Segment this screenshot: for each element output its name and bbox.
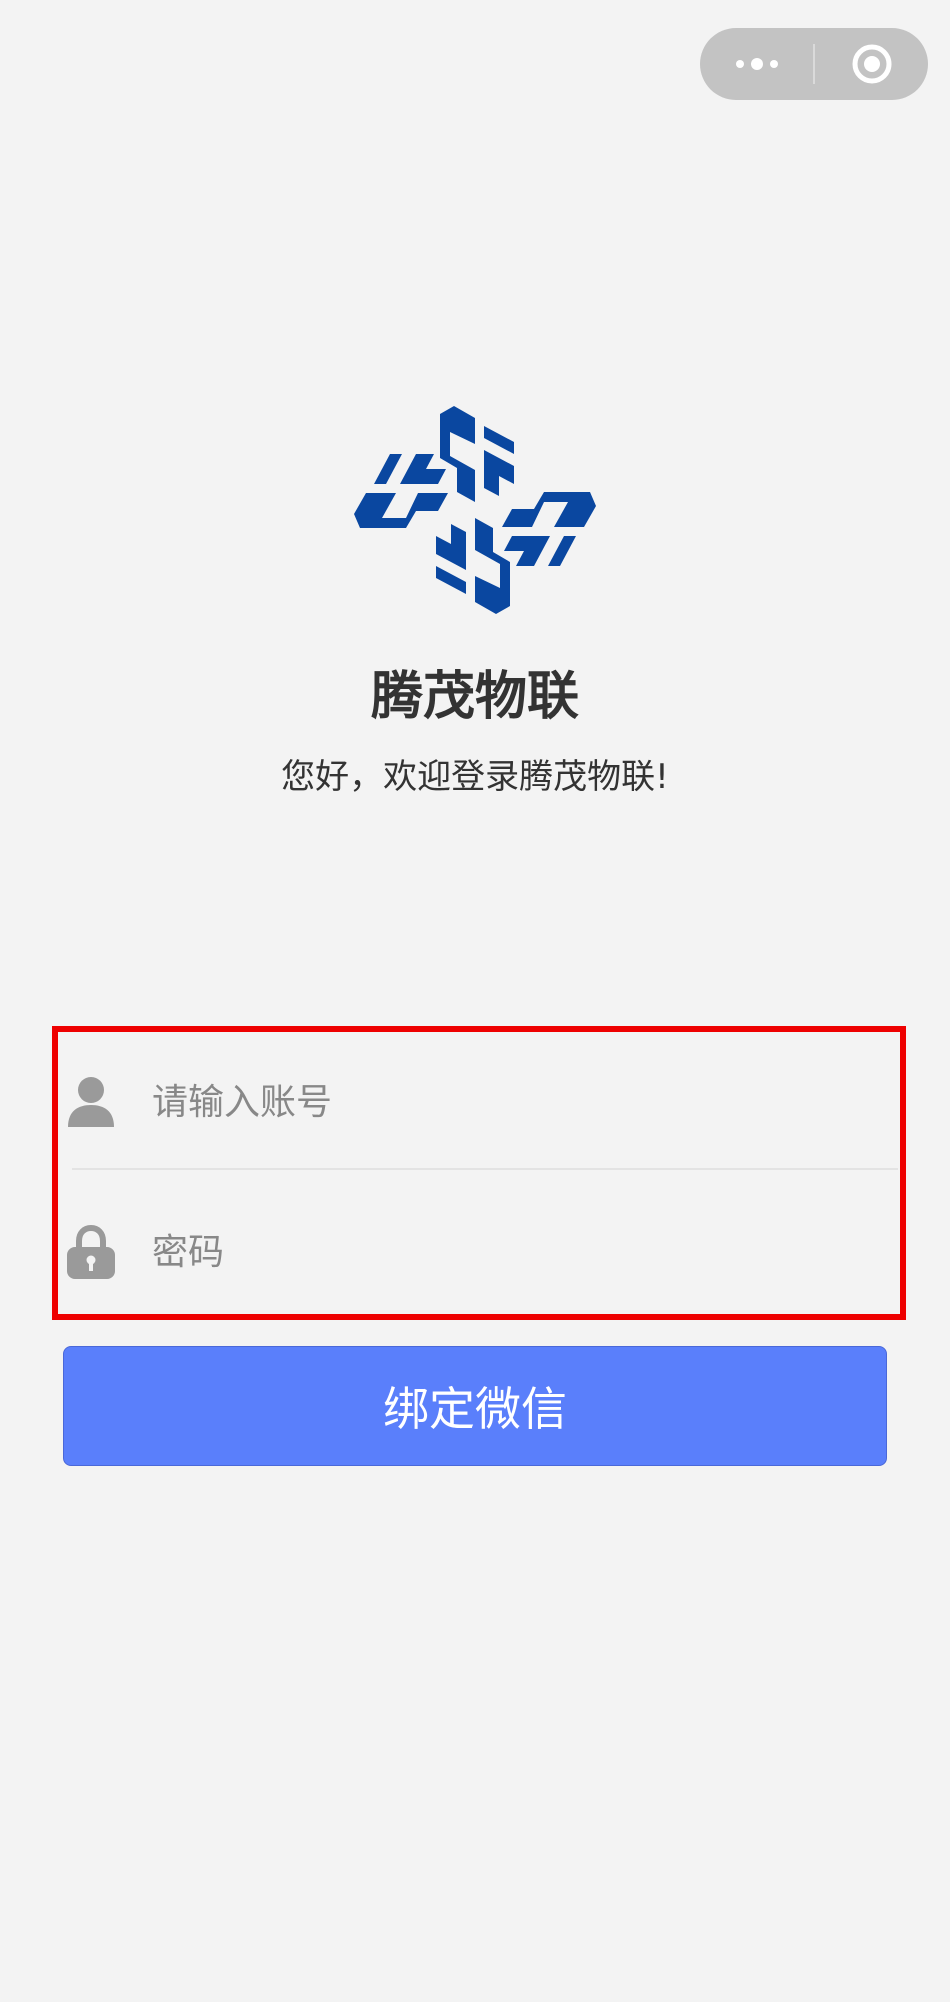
password-input[interactable] <box>152 1212 852 1292</box>
more-dots-icon <box>735 58 778 70</box>
user-icon <box>68 1077 114 1127</box>
lock-icon <box>67 1225 115 1279</box>
login-form-highlight <box>52 1026 906 1320</box>
bind-wechat-button[interactable]: 绑定微信 <box>63 1346 887 1466</box>
field-divider <box>72 1168 898 1170</box>
brand-title: 腾茂物联 <box>370 667 579 727</box>
account-field-row <box>58 1032 900 1172</box>
target-circle-icon <box>852 44 891 84</box>
login-page: 腾茂物联 您好，欢迎登录腾茂物联! 绑定微信 <box>0 0 950 2002</box>
welcome-text: 您好，欢迎登录腾茂物联! <box>281 757 669 797</box>
mini-program-capsule <box>700 28 928 100</box>
tengmao-logo <box>354 406 596 614</box>
more-button[interactable] <box>700 28 813 100</box>
password-field-row <box>58 1182 900 1322</box>
account-input[interactable] <box>152 1062 852 1142</box>
close-button[interactable] <box>815 28 928 100</box>
